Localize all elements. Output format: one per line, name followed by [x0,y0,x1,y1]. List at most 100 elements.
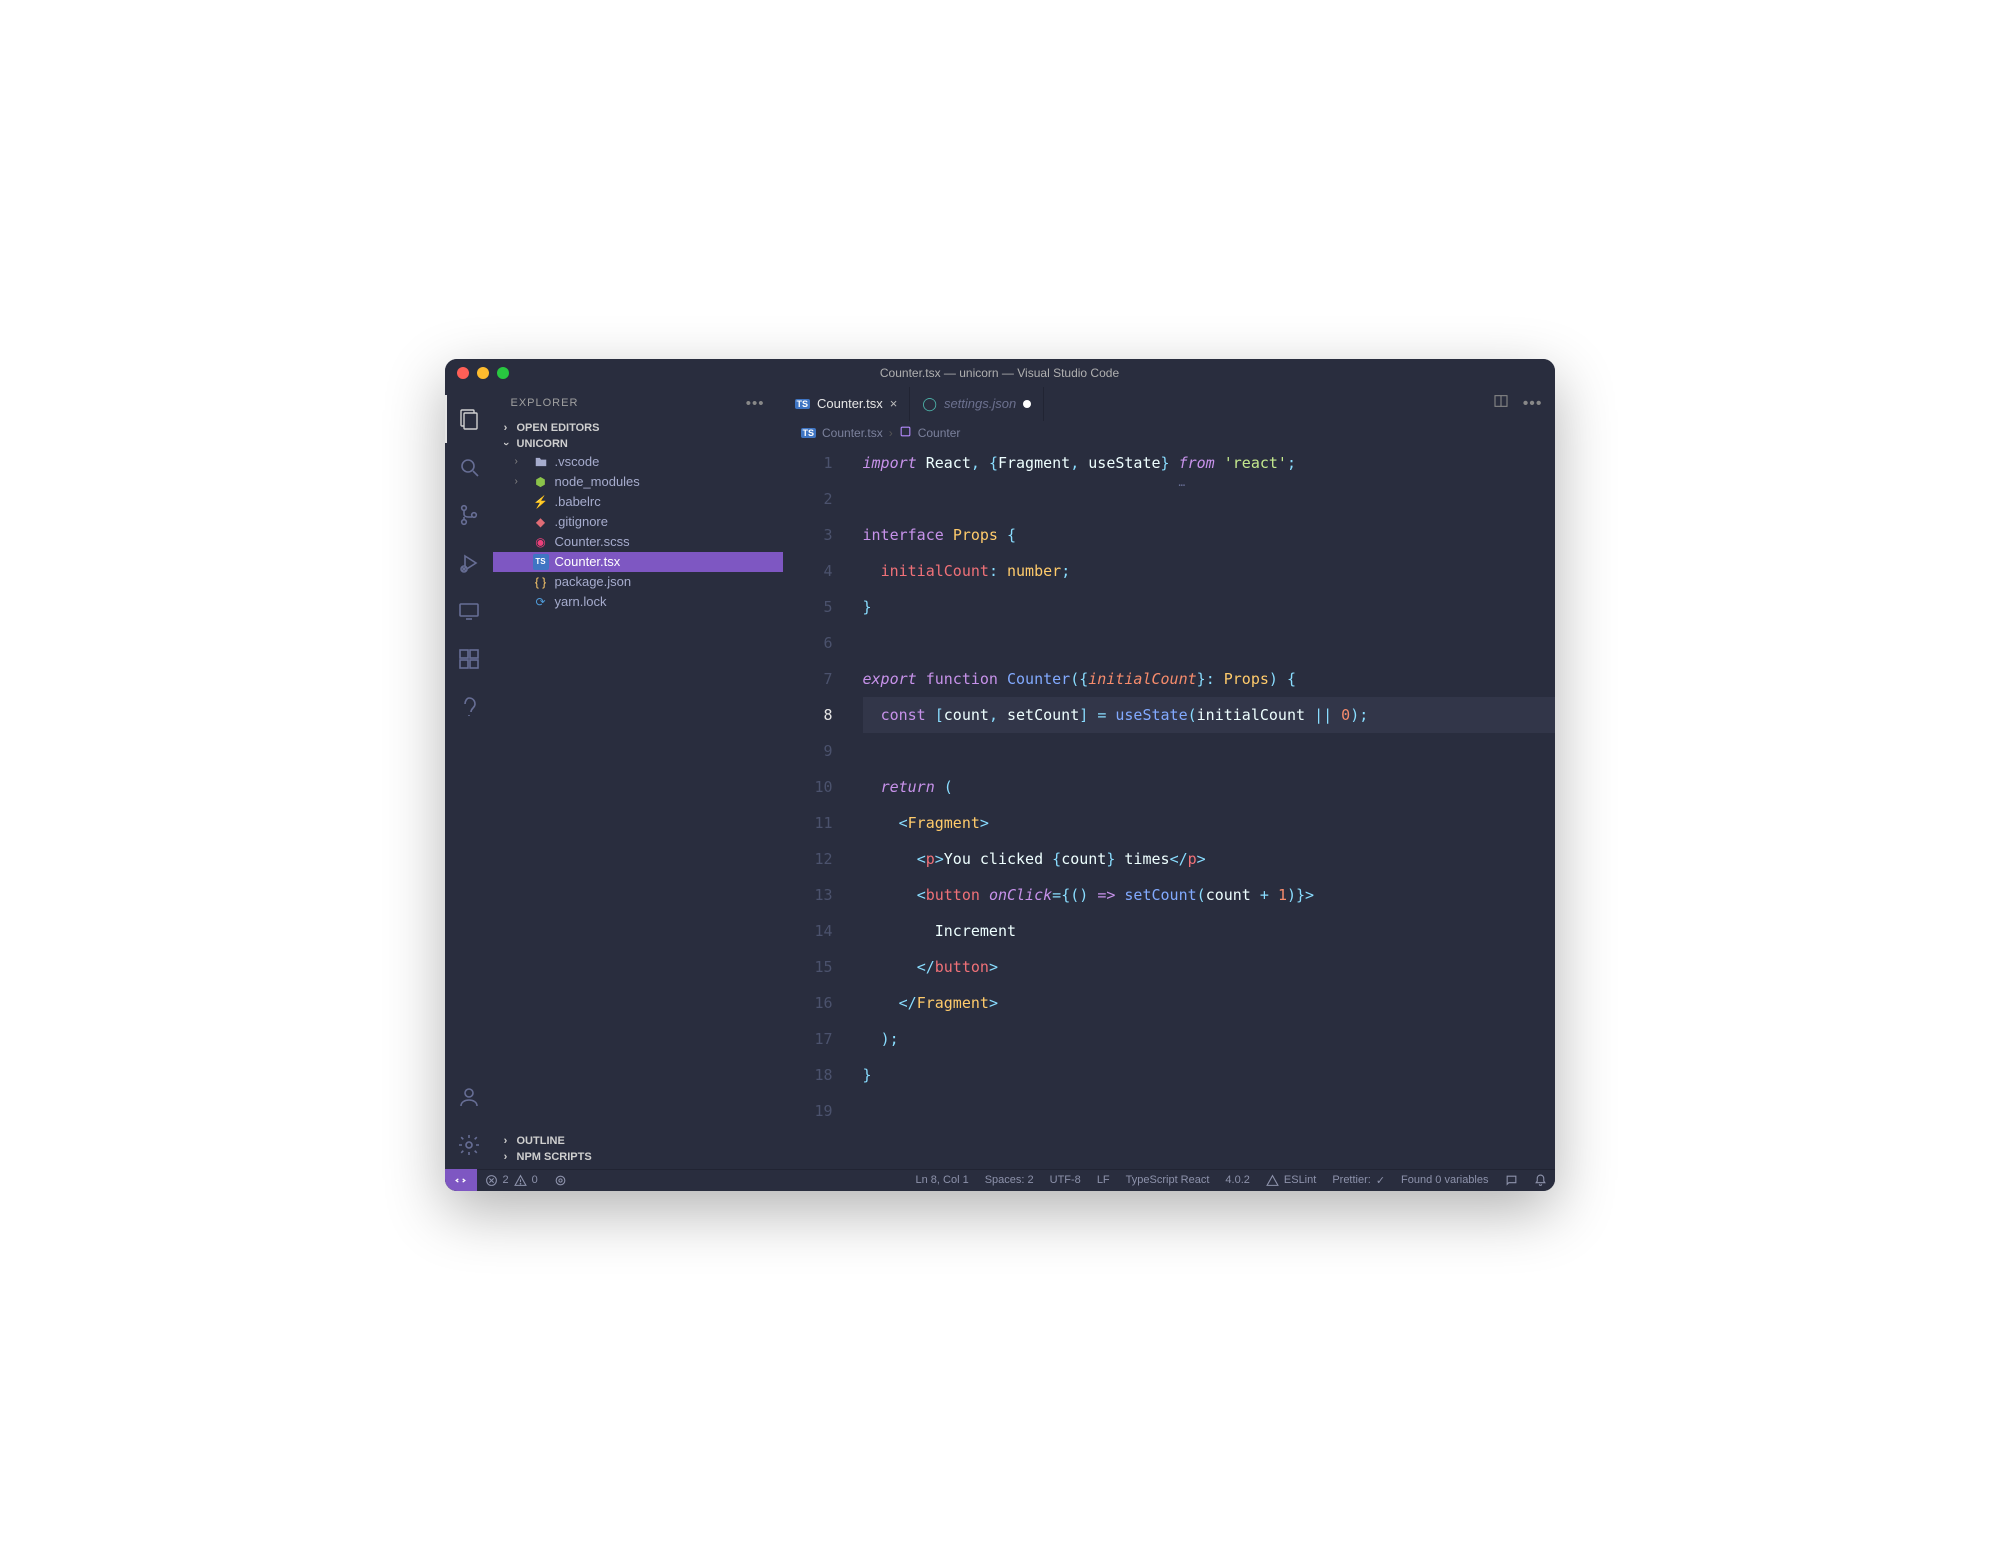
status-eslint[interactable]: ESLint [1258,1174,1324,1187]
json-icon: { } [533,574,549,590]
babel-icon: ⚡ [533,494,549,510]
breadcrumb-file[interactable]: Counter.tsx [822,426,883,440]
section-project[interactable]: › UNICORN [493,436,783,452]
editor-group: TS Counter.tsx × ◯ settings.json × ••• TS Cou… [783,387,1555,1169]
file-tree-item[interactable]: TS Counter.tsx [493,552,783,572]
section-label: UNICORN [517,438,568,450]
file-tree: › .vscode › ⬢ node_modules ⚡ .babelrc ◆ .gitigno… [493,452,783,616]
chevron-right-icon: › [515,476,527,487]
window-title: Counter.tsx — unicorn — Visual Studio Co… [445,366,1555,380]
file-name: Counter.tsx [555,554,621,569]
file-tree-item[interactable]: { } package.json [493,572,783,592]
code-content[interactable]: import React, {Fragment, useState} from … [851,445,1555,1169]
status-eol[interactable]: LF [1089,1174,1118,1186]
section-outline[interactable]: › OUTLINE [493,1133,783,1149]
file-name: .babelrc [555,494,601,509]
tab-actions: ••• [1481,387,1555,421]
sidebar-title-label: EXPLORER [511,397,579,409]
status-warnings-count: 0 [532,1174,538,1186]
editor-tab[interactable]: TS Counter.tsx × [783,387,911,421]
chevron-right-icon: › [499,1135,513,1147]
maximize-window-button[interactable] [497,367,509,379]
file-name: Counter.scss [555,534,630,549]
chevron-right-icon: › [515,456,527,467]
sidebar-title: EXPLORER ••• [493,387,783,420]
file-tree-item[interactable]: › .vscode [493,452,783,472]
status-problems[interactable]: 2 0 [477,1174,546,1187]
git-icon: ◆ [533,514,549,530]
chevron-right-icon: › [499,1151,513,1163]
status-prettier[interactable]: Prettier: ✓ [1324,1174,1393,1187]
dirty-indicator-icon [1023,400,1031,408]
status-errors-count: 2 [503,1174,509,1186]
activity-run-debug[interactable] [445,539,493,587]
tab-bar: TS Counter.tsx × ◯ settings.json × ••• [783,387,1555,421]
code-editor[interactable]: 12345678910111213141516171819 import Rea… [783,445,1555,1169]
file-name: .vscode [555,454,600,469]
file-tree-item[interactable]: ⚡ .babelrc [493,492,783,512]
file-tree-item[interactable]: ◆ .gitignore [493,512,783,532]
file-name: package.json [555,574,632,589]
activity-bar [445,387,493,1169]
scss-icon: ◉ [533,534,549,550]
status-ports[interactable] [546,1174,575,1187]
section-label: OUTLINE [517,1135,565,1147]
remote-indicator[interactable] [445,1169,477,1191]
window-controls [445,367,509,379]
close-window-button[interactable] [457,367,469,379]
check-icon: ✓ [1376,1174,1385,1187]
status-bar: 2 0 Ln 8, Col 1 Spaces: 2 UTF-8 LF TypeS… [445,1169,1555,1191]
status-env[interactable]: Found 0 variables [1393,1174,1496,1186]
tsx-file-icon: TS [533,554,549,570]
status-indent[interactable]: Spaces: 2 [977,1174,1042,1186]
status-bell[interactable] [1526,1174,1555,1187]
activity-source-control[interactable] [445,491,493,539]
activity-explorer[interactable] [445,395,493,443]
activity-search[interactable] [445,443,493,491]
breadcrumb-symbol[interactable]: Counter [918,426,961,440]
sidebar: EXPLORER ••• › OPEN EDITORS › UNICORN ›.… [493,387,783,1169]
activity-extra[interactable] [445,683,493,731]
symbol-icon [899,425,912,441]
breadcrumbs[interactable]: TS Counter.tsx › Counter [783,421,1555,445]
titlebar: Counter.tsx — unicorn — Visual Studio Co… [445,359,1555,387]
more-actions-icon[interactable]: ••• [1523,395,1543,413]
sidebar-more-icon[interactable]: ••• [746,395,765,412]
file-name: yarn.lock [555,594,607,609]
folder-icon [533,454,549,470]
file-tree-item[interactable]: ⟳ yarn.lock [493,592,783,612]
status-encoding[interactable]: UTF-8 [1042,1174,1089,1186]
close-tab-icon[interactable]: × [890,396,898,411]
node-modules-icon: ⬢ [533,474,549,490]
tab-label: Counter.tsx [817,396,883,411]
file-tree-item[interactable]: ◉ Counter.scss [493,532,783,552]
status-cursor[interactable]: Ln 8, Col 1 [908,1174,977,1186]
activity-settings[interactable] [445,1121,493,1169]
activity-accounts[interactable] [445,1073,493,1121]
section-label: OPEN EDITORS [517,422,600,434]
vscode-window: Counter.tsx — unicorn — Visual Studio Co… [445,359,1555,1191]
section-npm-scripts[interactable]: › NPM SCRIPTS [493,1149,783,1165]
minimize-window-button[interactable] [477,367,489,379]
file-name: node_modules [555,474,640,489]
status-ts-version[interactable]: 4.0.2 [1217,1174,1257,1186]
file-name: .gitignore [555,514,608,529]
activity-remote-explorer[interactable] [445,587,493,635]
tsx-file-icon: TS [795,399,811,409]
split-editor-icon[interactable] [1493,393,1509,414]
yarn-icon: ⟳ [533,594,549,610]
settings-icon: ◯ [922,396,937,412]
chevron-right-icon: › [499,422,513,434]
section-open-editors[interactable]: › OPEN EDITORS [493,420,783,436]
editor-tab[interactable]: ◯settings.json× [910,387,1044,421]
file-tree-item[interactable]: › ⬢ node_modules [493,472,783,492]
chevron-right-icon: › [889,426,893,440]
status-feedback[interactable] [1497,1174,1526,1187]
section-label: NPM SCRIPTS [517,1151,592,1163]
tab-label: settings.json [944,396,1016,411]
line-number-gutter: 12345678910111213141516171819 [783,445,851,1169]
status-language[interactable]: TypeScript React [1118,1174,1218,1186]
tsx-file-icon: TS [801,428,817,438]
activity-extensions[interactable] [445,635,493,683]
chevron-down-icon: › [500,437,512,451]
